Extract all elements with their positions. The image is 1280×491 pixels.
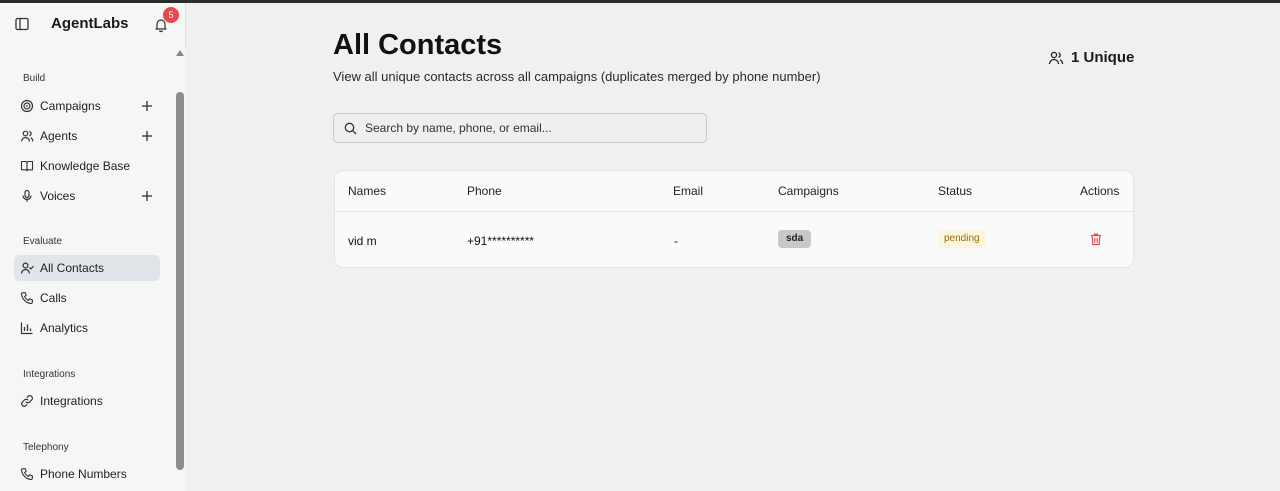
sidebar-item-agents[interactable]: Agents xyxy=(14,123,160,149)
search-input[interactable] xyxy=(365,121,685,135)
sidebar-item-campaigns[interactable]: Campaigns xyxy=(14,93,160,119)
group-label-evaluate: Evaluate xyxy=(23,236,62,247)
sidebar-item-label: Agents xyxy=(40,129,78,143)
sidebar-item-integrations[interactable]: Integrations xyxy=(14,388,160,414)
page-title: All Contacts xyxy=(333,29,503,61)
column-header-names[interactable]: Names xyxy=(348,184,386,198)
sidebar-header: AgentLabs 5 xyxy=(0,3,186,45)
sidebar-item-label: Phone Numbers xyxy=(40,467,127,481)
sidebar-item-knowledge-base[interactable]: Knowledge Base xyxy=(14,153,160,179)
sidebar-item-all-contacts[interactable]: All Contacts xyxy=(14,255,160,281)
brand-name: AgentLabs xyxy=(51,15,129,32)
users-icon xyxy=(1048,51,1064,64)
contact-phone: +91********** xyxy=(467,234,535,248)
column-header-phone[interactable]: Phone xyxy=(467,184,502,198)
sidebar-item-phone-numbers[interactable]: Phone Numbers xyxy=(14,461,160,487)
column-header-status[interactable]: Status xyxy=(938,184,972,198)
sidebar-item-voices[interactable]: Voices xyxy=(14,183,160,209)
sidebar-item-label: Analytics xyxy=(40,321,89,335)
mic-icon xyxy=(22,189,32,202)
page-subtitle: View all unique contacts across all camp… xyxy=(333,69,821,84)
target-icon xyxy=(20,99,34,113)
phone-icon xyxy=(20,291,34,305)
sidebar-nav: Build Campaigns Agents Knowledge Base Vo… xyxy=(0,47,172,491)
group-label-telephony: Telephony xyxy=(23,442,69,453)
sidebar-item-label: All Contacts xyxy=(40,261,105,275)
sidebar: AgentLabs 5 Build Campaigns Agents Knowl… xyxy=(0,3,186,491)
window-top-strip xyxy=(0,0,1280,3)
add-agent-icon[interactable] xyxy=(140,129,154,143)
contact-email: - xyxy=(674,234,678,248)
group-label-build: Build xyxy=(23,73,46,84)
sidebar-item-label: Calls xyxy=(40,291,67,305)
link-icon xyxy=(21,395,33,407)
group-label-integrations: Integrations xyxy=(23,369,76,380)
unique-count: 1 Unique xyxy=(1048,49,1134,66)
search-icon xyxy=(344,122,357,134)
sidebar-item-analytics[interactable]: Analytics xyxy=(14,315,160,341)
search-box[interactable] xyxy=(333,113,707,143)
bar-chart-icon xyxy=(20,322,33,335)
user-check-icon xyxy=(20,262,34,274)
add-voice-icon[interactable] xyxy=(140,189,154,203)
status-badge: pending xyxy=(938,230,986,248)
contacts-table: Names Phone Email Campaigns Status Actio… xyxy=(334,170,1134,268)
add-campaign-icon[interactable] xyxy=(140,99,154,113)
column-header-actions: Actions xyxy=(1080,184,1120,198)
scrollbar-thumb[interactable] xyxy=(176,92,184,470)
sidebar-item-label: Integrations xyxy=(40,394,103,408)
header-divider xyxy=(335,211,1133,212)
notification-badge: 5 xyxy=(163,7,179,23)
book-icon xyxy=(20,160,34,172)
users-icon xyxy=(20,130,34,142)
sidebar-item-label: Knowledge Base xyxy=(40,159,131,173)
sidebar-toggle-icon[interactable] xyxy=(15,17,29,31)
contact-name: vid m xyxy=(348,234,377,248)
column-header-campaigns[interactable]: Campaigns xyxy=(778,184,839,198)
column-header-email[interactable]: Email xyxy=(673,184,703,198)
sidebar-item-label: Campaigns xyxy=(40,99,101,113)
trash-icon[interactable] xyxy=(1089,232,1103,246)
sidebar-item-calls[interactable]: Calls xyxy=(14,285,160,311)
sidebar-item-label: Voices xyxy=(40,189,76,203)
phone-icon xyxy=(20,467,34,481)
campaign-badge: sda xyxy=(778,230,812,248)
scroll-up-arrow-icon[interactable] xyxy=(176,50,184,56)
unique-count-label: 1 Unique xyxy=(1071,49,1135,66)
